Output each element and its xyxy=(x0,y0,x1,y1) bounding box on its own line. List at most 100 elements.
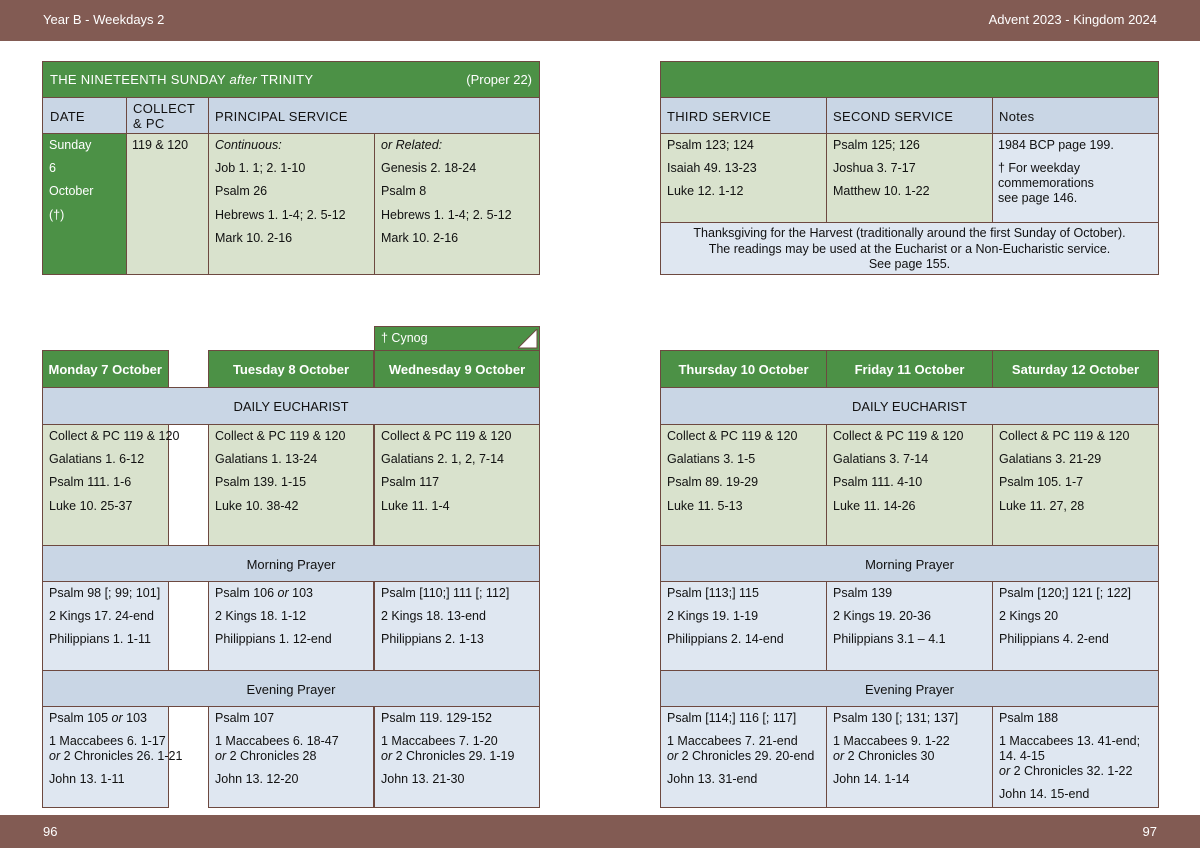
reading: Philippians 4. 2-end xyxy=(999,632,1109,646)
reading-text: 2 Chronicles 26. 1-21 xyxy=(63,749,183,763)
eucharist-cell: Collect & PC 119 & 120 Galatians 1. 13-24… xyxy=(208,424,374,546)
reading: Collect & PC 119 & 120 xyxy=(667,429,798,443)
reading: Psalm 188 xyxy=(999,711,1059,725)
evening-prayer-header-label: Evening Prayer xyxy=(246,682,336,697)
reading: John 13. 1-11 xyxy=(49,772,125,786)
date-line: 6 xyxy=(49,161,56,175)
reading: Philippians 1. 1-11 xyxy=(49,632,151,646)
reading: Hebrews 1. 1-4; 2. 5-12 xyxy=(215,208,346,222)
col-header-third: THIRD SERVICE xyxy=(660,97,827,134)
reading: Psalm 117 xyxy=(381,475,440,489)
reading: Psalm 139. 1-15 xyxy=(215,475,307,489)
reading: or 2 Chronicles 32. 1-22 xyxy=(999,764,1132,778)
continuous-readings-cell: Continuous: Job 1. 1; 2. 1-10 Psalm 26 H… xyxy=(208,133,375,275)
col-date-label: DATE xyxy=(50,109,85,124)
page-header: Year B - Weekdays 2 Advent 2023 - Kingdo… xyxy=(0,0,1200,41)
reading: Psalm 105 or 103 xyxy=(49,711,147,725)
reading: Psalm 8 xyxy=(381,184,427,198)
reading: Psalm [110;] 111 [; 112] xyxy=(381,586,510,600)
or-word: or xyxy=(999,764,1011,778)
eucharist-cell: Collect & PC 119 & 120 Galatians 3. 1-5 Ps… xyxy=(660,424,827,546)
reading: Isaiah 49. 13-23 xyxy=(667,161,757,175)
reading-text: 2 Chronicles 32. 1-22 xyxy=(1013,764,1133,778)
morning-prayer-cell: Psalm [120;] 121 [; 122] 2 Kings 20 Philip… xyxy=(992,581,1159,671)
reading: Luke 11. 14-26 xyxy=(833,499,916,513)
notes-line: † For weekday xyxy=(998,161,1080,175)
reading: 1 Maccabees 7. 21-end xyxy=(667,734,798,748)
psalm-text: Psalm 105 xyxy=(49,711,112,725)
related-heading: or Related: xyxy=(381,138,443,152)
reading: Psalm 98 [; 99; 101] xyxy=(49,586,161,600)
or-word: or xyxy=(277,586,289,600)
reading: Psalm [113;] 115 xyxy=(667,586,759,600)
reading: Philippians 3.1 – 4.1 xyxy=(833,632,946,646)
reading: Luke 11. 27, 28 xyxy=(999,499,1085,513)
proper-label: (Proper 22) xyxy=(466,72,532,87)
evening-prayer-cell: Psalm 130 [; 131; 137] 1 Maccabees 9. 1-2… xyxy=(826,706,993,808)
or-word: or xyxy=(833,749,845,763)
reading: Genesis 2. 18-24 xyxy=(381,161,477,175)
page-number-left: 96 xyxy=(43,824,58,839)
reading: Matthew 10. 1-22 xyxy=(833,184,930,198)
reading-text: 2 Chronicles 29. 20-end xyxy=(681,749,815,763)
day-header: Friday 11 October xyxy=(826,350,993,388)
reading-text: 2 Chronicles 29. 1-19 xyxy=(395,749,515,763)
reading: 1 Maccabees 6. 1-17 xyxy=(49,734,166,748)
reading: John 13. 31-end xyxy=(667,772,758,786)
date-line: October xyxy=(49,184,94,198)
reading: 14. 4-15 xyxy=(999,749,1045,763)
reading: Psalm [120;] 121 [; 122] xyxy=(999,586,1132,600)
reading: Luke 11. 1-4 xyxy=(381,499,450,513)
day-header: Wednesday 9 October xyxy=(374,350,540,388)
eucharist-cell: Collect & PC 119 & 120 Galatians 1. 6-12 P… xyxy=(42,424,179,546)
evening-prayer-cell: Psalm 188 1 Maccabees 13. 41-end; 14. 4-15… xyxy=(992,706,1159,808)
reading: 2 Kings 17. 24-end xyxy=(49,609,154,623)
or-word: or xyxy=(667,749,679,763)
harvest-note: Thanksgiving for the Harvest (traditiona… xyxy=(660,222,1159,275)
reading: John 14. 15-end xyxy=(999,787,1090,801)
reading: Collect & PC 119 & 120 xyxy=(999,429,1130,443)
evening-prayer-header: Evening Prayer xyxy=(660,670,1159,707)
or-word: or xyxy=(381,749,393,763)
harvest-line: See page 155. xyxy=(868,257,951,271)
day-name: Saturday 12 October xyxy=(1011,362,1140,377)
reading: Psalm 139 xyxy=(833,586,893,600)
right-title-bar xyxy=(660,61,1159,98)
or-word: or xyxy=(215,749,227,763)
evening-prayer-cell: Psalm 107 1 Maccabees 6. 18-47 or 2 Chroni… xyxy=(208,706,374,808)
reading: Psalm 125; 126 xyxy=(833,138,920,152)
col-header-collect: COLLECT & PC xyxy=(126,97,209,134)
reading: Psalm 106 or 103 xyxy=(215,586,313,600)
col-collect-label-2: & PC xyxy=(133,116,165,131)
reading: or 2 Chronicles 29. 1-19 xyxy=(381,749,514,763)
reading: 2 Kings 20 xyxy=(999,609,1059,623)
day-name: Tuesday 8 October xyxy=(232,362,350,377)
sunday-title: THE NINETEENTH SUNDAY after TRINITY xyxy=(50,72,313,87)
col-header-second: SECOND SERVICE xyxy=(826,97,993,134)
morning-prayer-cell: Psalm 98 [; 99; 101] 2 Kings 17. 24-end Ph… xyxy=(42,581,169,671)
reading: Galatians 1. 6-12 xyxy=(49,452,145,466)
related-readings-cell: or Related: Genesis 2. 18-24 Psalm 8 Heb… xyxy=(374,133,540,275)
reading: 2 Kings 18. 1-12 xyxy=(215,609,307,623)
col-collect-label-1: COLLECT xyxy=(133,101,196,116)
reading: John 14. 1-14 xyxy=(833,772,910,786)
morning-prayer-header: Morning Prayer xyxy=(42,545,540,582)
reading: Psalm 107 xyxy=(215,711,275,725)
morning-prayer-cell: Psalm [113;] 115 2 Kings 19. 1-19 Philippi… xyxy=(660,581,827,671)
sunday-date-cell: Sunday 6 October (†) xyxy=(42,133,127,275)
reading: or 2 Chronicles 29. 20-end xyxy=(667,749,814,763)
reading: 1 Maccabees 6. 18-47 xyxy=(215,734,339,748)
notes-line: 1984 BCP page 199. xyxy=(998,138,1114,152)
morning-prayer-header: Morning Prayer xyxy=(660,545,1159,582)
harvest-line: The readings may be used at the Eucharis… xyxy=(708,241,1111,256)
reading: Psalm [114;] 116 [; 117] xyxy=(667,711,797,725)
reading: Galatians 3. 1-5 xyxy=(667,452,756,466)
reading: Job 1. 1; 2. 1-10 xyxy=(215,161,306,175)
evening-prayer-header: Evening Prayer xyxy=(42,670,540,707)
reading: 1 Maccabees 13. 41-end; xyxy=(999,734,1141,748)
eucharist-cell: Collect & PC 119 & 120 Galatians 2. 1, 2,… xyxy=(374,424,540,546)
harvest-line: Thanksgiving for the Harvest (traditiona… xyxy=(693,226,1126,240)
page-footer: 96 97 xyxy=(0,815,1200,848)
reading: 1 Maccabees 9. 1-22 xyxy=(833,734,950,748)
commemoration-label: † Cynog xyxy=(381,331,428,345)
